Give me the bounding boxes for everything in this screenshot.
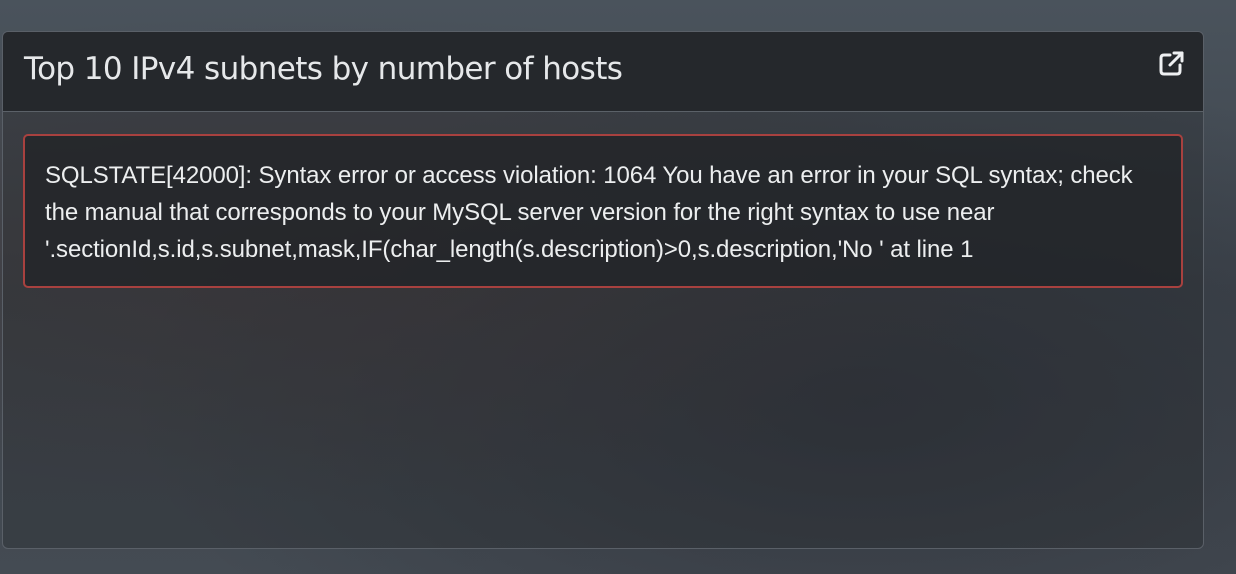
error-alert: SQLSTATE[42000]: Syntax error or access … [23, 134, 1183, 288]
error-message: SQLSTATE[42000]: Syntax error or access … [45, 162, 1133, 263]
external-link-icon[interactable] [1157, 50, 1185, 78]
subnets-widget: Top 10 IPv4 subnets by number of hosts S… [2, 31, 1204, 549]
widget-header: Top 10 IPv4 subnets by number of hosts [3, 32, 1203, 112]
widget-title: Top 10 IPv4 subnets by number of hosts [24, 51, 623, 87]
